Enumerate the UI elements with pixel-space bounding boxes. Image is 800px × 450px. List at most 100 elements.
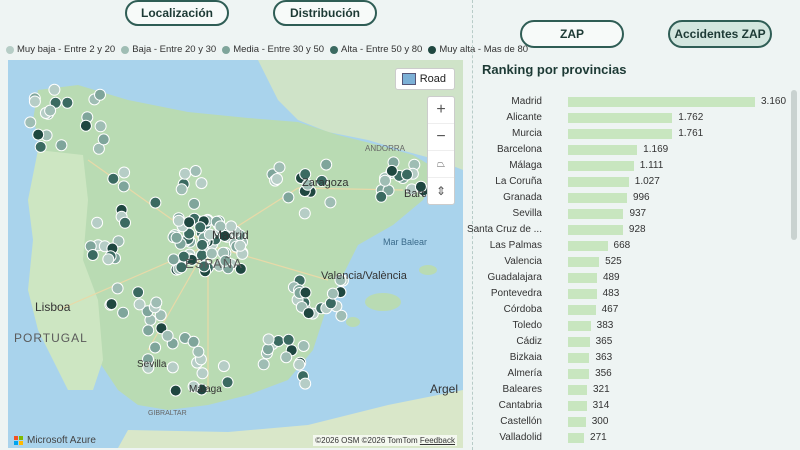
zoom-out-button[interactable]: − <box>428 124 454 151</box>
incident-dot[interactable] <box>297 340 310 352</box>
incident-dot[interactable] <box>149 196 162 209</box>
ranking-row[interactable]: Barcelona 1.169 <box>480 142 790 158</box>
incident-dot[interactable] <box>172 214 185 227</box>
incident-dot[interactable] <box>401 168 413 181</box>
incident-dot[interactable] <box>302 307 315 320</box>
incident-dot[interactable] <box>133 298 146 311</box>
ranking-row[interactable]: Valladolid 271 <box>480 430 790 446</box>
incident-dot[interactable] <box>282 191 295 204</box>
incident-dot[interactable] <box>107 172 120 185</box>
map-visual[interactable]: Madrid ESPAÑA Zaragoza Valencia/València… <box>8 60 463 448</box>
incident-dot[interactable] <box>271 173 283 185</box>
ranking-row[interactable]: Pontevedra 483 <box>480 286 790 302</box>
localizacion-button[interactable]: Localización <box>125 0 229 26</box>
incident-dot[interactable] <box>335 309 348 322</box>
incident-dot[interactable] <box>189 165 202 177</box>
incident-dot[interactable] <box>196 238 209 251</box>
incident-dot[interactable] <box>117 180 130 193</box>
incident-dot[interactable] <box>142 324 155 337</box>
incident-dot[interactable] <box>118 166 131 179</box>
incident-dot[interactable] <box>280 351 293 364</box>
incident-dot[interactable] <box>272 335 285 347</box>
ranking-row[interactable]: Granada 996 <box>480 190 790 206</box>
incident-dot[interactable] <box>194 221 207 234</box>
incident-dot[interactable] <box>94 120 107 133</box>
ranking-row[interactable]: Las Palmas 668 <box>480 238 790 254</box>
ranking-row[interactable]: Cantabria 314 <box>480 398 790 414</box>
incident-dot[interactable] <box>262 333 275 346</box>
incident-dot[interactable] <box>273 161 286 174</box>
incident-dot[interactable] <box>91 216 104 229</box>
zoom-in-button[interactable]: + <box>428 97 454 124</box>
ranking-row[interactable]: Castellón 300 <box>480 414 790 430</box>
ranking-row[interactable]: Almería 356 <box>480 366 790 382</box>
incident-dot[interactable] <box>299 377 312 390</box>
incident-dot[interactable] <box>195 177 208 190</box>
road-style-button[interactable]: Road <box>394 68 455 90</box>
incident-dot[interactable] <box>94 88 106 101</box>
incident-dot[interactable] <box>166 361 179 374</box>
accidentes-zap-button[interactable]: Accidentes ZAP <box>668 20 772 48</box>
incident-dot[interactable] <box>150 296 163 309</box>
incident-dot[interactable] <box>149 341 162 354</box>
ranking-bar-chart[interactable]: Madrid 3.160 Alicante 1.762 Murcia 1.761 Barce… <box>467 94 790 446</box>
legend-item[interactable]: Baja - Entre 20 y 30 <box>121 44 216 55</box>
incident-dot[interactable] <box>44 104 57 117</box>
pitch-icon[interactable]: ⏢ <box>428 151 454 178</box>
ranking-row[interactable]: Toledo 383 <box>480 318 790 334</box>
incident-dot[interactable] <box>34 140 47 153</box>
ranking-row[interactable]: Murcia 1.761 <box>480 126 790 142</box>
incident-dot[interactable] <box>170 231 183 244</box>
incident-dot[interactable] <box>117 306 130 319</box>
ranking-row[interactable]: Valencia 525 <box>480 254 790 270</box>
ranking-row[interactable]: Sevilla 937 <box>480 206 790 222</box>
incident-dot[interactable] <box>102 253 115 266</box>
incident-dot[interactable] <box>324 297 337 310</box>
compass-icon[interactable]: ⇕ <box>428 178 454 204</box>
incident-dot[interactable] <box>282 333 295 346</box>
ranking-row[interactable]: Guadalajara 489 <box>480 270 790 286</box>
incident-dot[interactable] <box>28 95 41 108</box>
ranking-row[interactable]: Santa Cruz de ... 928 <box>467 222 790 238</box>
incident-dot[interactable] <box>32 128 45 141</box>
incident-dot[interactable] <box>179 167 191 180</box>
incident-dot[interactable] <box>320 158 333 171</box>
incident-dot[interactable] <box>86 249 99 261</box>
incident-dot[interactable] <box>298 207 311 220</box>
legend-item[interactable]: Media - Entre 30 y 50 <box>222 44 324 55</box>
incident-dot[interactable] <box>183 216 196 229</box>
incident-dot[interactable] <box>119 216 131 229</box>
incident-dot[interactable] <box>55 139 68 152</box>
incident-dot[interactable] <box>24 116 37 129</box>
feedback-link[interactable]: Feedback <box>420 436 455 445</box>
ranking-row[interactable]: Bizkaia 363 <box>480 350 790 366</box>
zap-button[interactable]: ZAP <box>520 20 624 48</box>
incident-dot[interactable] <box>97 133 110 146</box>
legend-item[interactable]: Alta - Entre 50 y 80 <box>330 44 422 55</box>
incident-dot[interactable] <box>187 335 200 348</box>
ranking-row[interactable]: Córdoba 467 <box>480 302 790 318</box>
incident-dot[interactable] <box>293 358 306 371</box>
ranking-row[interactable]: Baleares 321 <box>480 382 790 398</box>
incident-dot[interactable] <box>61 96 74 109</box>
incident-dot[interactable] <box>299 286 312 299</box>
incident-dot[interactable] <box>221 376 234 389</box>
ranking-scrollbar[interactable] <box>791 90 797 240</box>
incident-dot[interactable] <box>169 384 182 397</box>
ranking-row[interactable]: Cádiz 365 <box>480 334 790 350</box>
incident-dot[interactable] <box>326 287 339 300</box>
incident-dot[interactable] <box>111 282 124 295</box>
ranking-row[interactable]: La Coruña 1.027 <box>480 174 790 190</box>
incident-dot[interactable] <box>217 360 230 373</box>
incident-dot[interactable] <box>192 345 205 358</box>
incident-dot[interactable] <box>188 197 201 210</box>
incident-dot[interactable] <box>175 183 188 196</box>
ranking-row[interactable]: Madrid 3.160 <box>480 94 790 110</box>
incident-dot[interactable] <box>196 367 209 380</box>
incident-dot[interactable] <box>379 174 391 187</box>
distribucion-button[interactable]: Distribución <box>273 0 377 26</box>
incident-dot[interactable] <box>105 298 118 311</box>
legend-item[interactable]: Muy alta - Mas de 80 <box>428 44 528 55</box>
incident-dot[interactable] <box>79 119 92 132</box>
incident-dot[interactable] <box>385 164 398 177</box>
